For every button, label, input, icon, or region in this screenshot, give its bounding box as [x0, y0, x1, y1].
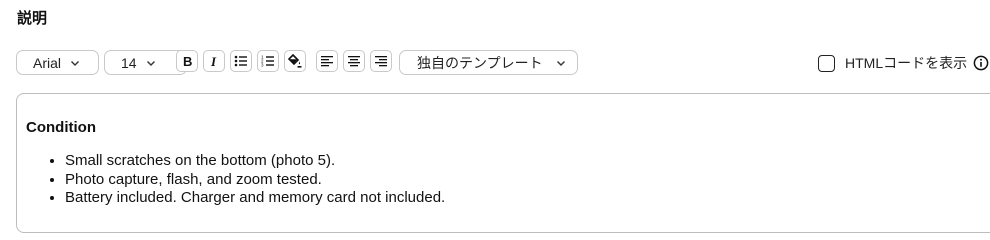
section-title: 説明 [17, 10, 48, 27]
editor-toolbar: Arial 14 B I 1 2 3 独自のテンプレート HTMLコードを表示 [16, 50, 990, 77]
list-item: Small scratches on the bottom (photo 5). [65, 152, 445, 171]
list-item: Battery included. Charger and memory car… [65, 189, 445, 208]
italic-button[interactable]: I [203, 50, 225, 72]
font-size-value: 14 [121, 54, 137, 71]
chevron-down-icon [69, 57, 81, 69]
chevron-down-icon [555, 57, 567, 69]
bold-button[interactable]: B [176, 50, 198, 72]
bullet-list-icon [234, 55, 247, 67]
fill-color-button[interactable] [284, 50, 306, 72]
paint-bucket-icon [288, 54, 302, 68]
font-family-value: Arial [33, 54, 62, 71]
condition-heading: Condition [26, 119, 96, 136]
html-code-label[interactable]: HTMLコードを表示 [845, 53, 967, 73]
html-code-checkbox[interactable] [818, 54, 835, 72]
align-left-icon [321, 56, 333, 67]
align-center-icon [348, 56, 360, 67]
numbered-list-icon: 1 2 3 [261, 55, 274, 68]
info-icon[interactable] [973, 55, 989, 71]
font-family-select[interactable]: Arial [16, 50, 99, 75]
svg-text:B: B [183, 54, 192, 68]
font-size-select[interactable]: 14 [104, 50, 187, 75]
align-right-button[interactable] [370, 50, 392, 72]
template-select[interactable]: 独自のテンプレート [399, 50, 578, 75]
chevron-down-icon [145, 57, 157, 69]
html-code-toggle: HTMLコードを表示 [818, 53, 989, 73]
align-right-icon [375, 56, 387, 67]
italic-icon: I [210, 54, 217, 68]
bold-icon: B [183, 54, 192, 68]
bullet-list-button[interactable] [230, 50, 252, 72]
numbered-list-button[interactable]: 1 2 3 [257, 50, 279, 72]
list-item: Photo capture, flash, and zoom tested. [65, 171, 445, 190]
template-select-label: 独自のテンプレート [417, 54, 543, 71]
svg-text:3: 3 [261, 63, 264, 68]
condition-list: Small scratches on the bottom (photo 5).… [26, 152, 445, 208]
svg-text:I: I [210, 54, 217, 68]
description-editor[interactable]: Condition Small scratches on the bottom … [16, 93, 990, 233]
align-center-button[interactable] [343, 50, 365, 72]
align-left-button[interactable] [316, 50, 338, 72]
